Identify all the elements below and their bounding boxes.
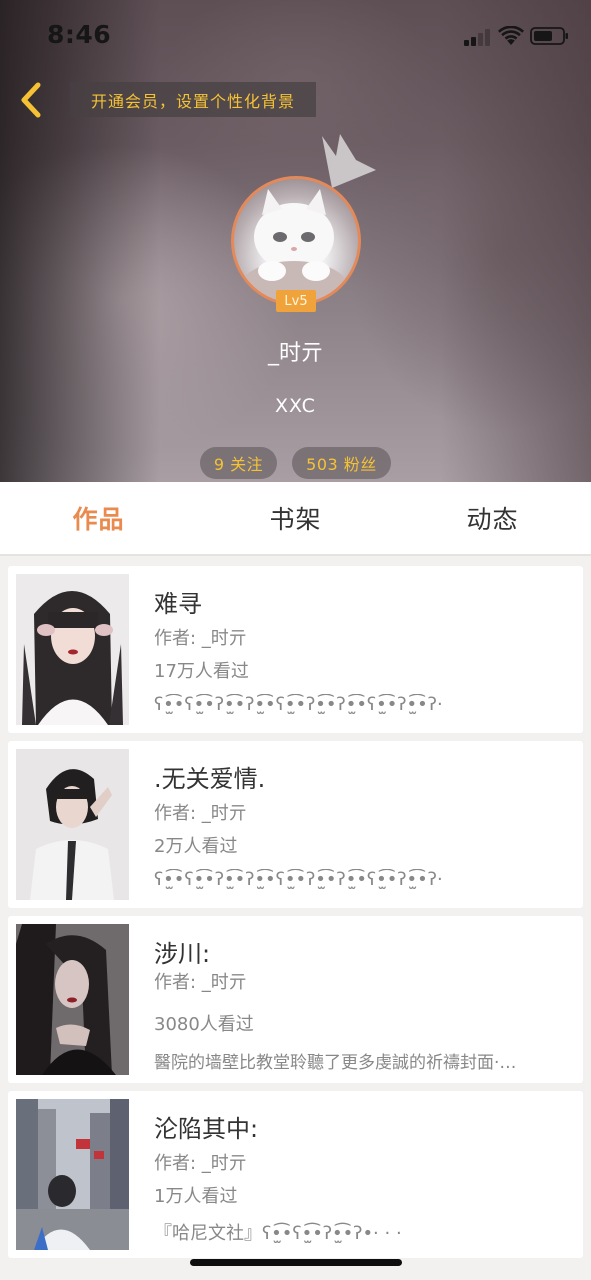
- tab-bookshelf[interactable]: 书架: [197, 482, 394, 554]
- tab-works[interactable]: 作品: [0, 482, 197, 554]
- book-author: 作者: _时亓: [154, 628, 247, 649]
- profile-stats: 9 关注 503 粉丝: [0, 447, 591, 479]
- book-card[interactable]: 难寻 作者: _时亓 17万人看过 ʕ•̫͡•ʕ•̫͡•ʔ•̫͡•ʔ•̫͡•ʕ•…: [8, 566, 583, 733]
- book-title: 难寻: [154, 590, 202, 618]
- home-indicator[interactable]: [190, 1259, 402, 1266]
- book-author: 作者: _时亓: [154, 972, 247, 993]
- book-view-count: 2万人看过: [154, 836, 238, 857]
- level-badge: Lv5: [276, 290, 316, 312]
- book-cover-image: [16, 1099, 129, 1250]
- profile-screen: 8:46 开通会员，设置个性化背景 Lv5 _时亓 XXC 9 关注 503 粉…: [0, 0, 591, 1280]
- back-button[interactable]: [14, 80, 50, 120]
- book-description: 醫院的墙壁比教堂聆聽了更多虔誠的祈禱封面·…: [154, 1053, 517, 1073]
- book-author: 作者: _时亓: [154, 1153, 247, 1174]
- book-view-count: 17万人看过: [154, 661, 249, 682]
- profile-header: 8:46 开通会员，设置个性化背景 Lv5 _时亓 XXC 9 关注 503 粉…: [0, 0, 591, 482]
- book-description: ʕ•̫͡•ʕ•̫͡•ʔ•̫͡•ʔ•̫͡•ʕ•̫͡•ʔ•̫͡•ʔ•̫͡•ʕ•̫͡•…: [154, 869, 443, 890]
- book-cover-image: [16, 749, 129, 900]
- status-time: 8:46: [47, 20, 112, 49]
- following-count-button[interactable]: 9 关注: [200, 447, 277, 479]
- user-name: _时亓: [267, 341, 323, 366]
- book-author: 作者: _时亓: [154, 803, 247, 824]
- status-bar: 8:46: [0, 0, 591, 72]
- avatar[interactable]: [231, 176, 361, 306]
- book-title: .无关爱情.: [154, 765, 266, 793]
- wifi-icon: [498, 26, 524, 45]
- works-list: 难寻 作者: _时亓 17万人看过 ʕ•̫͡•ʕ•̫͡•ʔ•̫͡•ʔ•̫͡•ʕ•…: [8, 566, 583, 1266]
- book-cover-image: [16, 924, 129, 1075]
- book-card[interactable]: 沦陷其中: 作者: _时亓 1万人看过 『哈尼文社』ʕ•̫͡•ʕ•̫͡•ʔ•̫͡…: [8, 1091, 583, 1258]
- battery-icon: [530, 27, 568, 45]
- chevron-left-icon: [21, 82, 41, 118]
- tab-activity[interactable]: 动态: [394, 482, 591, 554]
- book-title: 沦陷其中:: [154, 1115, 259, 1143]
- avatar-cat-image: [240, 189, 348, 303]
- book-view-count: 3080人看过: [154, 1014, 254, 1035]
- book-description: 『哈尼文社』ʕ•̫͡•ʕ•̫͡•ʔ•̫͡•ʔ•· · ·: [154, 1223, 402, 1244]
- book-view-count: 1万人看过: [154, 1186, 238, 1207]
- book-title: 涉川:: [154, 940, 211, 968]
- vip-background-banner[interactable]: 开通会员，设置个性化背景: [70, 82, 316, 117]
- cellular-signal-icon: [464, 28, 492, 46]
- book-cover-image: [16, 574, 129, 725]
- book-description: ʕ•̫͡•ʕ•̫͡•ʔ•̫͡•ʔ•̫͡•ʕ•̫͡•ʔ•̫͡•ʔ•̫͡•ʕ•̫͡•…: [154, 694, 443, 715]
- book-card[interactable]: 涉川: 作者: _时亓 3080人看过 醫院的墙壁比教堂聆聽了更多虔誠的祈禱封面…: [8, 916, 583, 1083]
- book-card[interactable]: .无关爱情. 作者: _时亓 2万人看过 ʕ•̫͡•ʕ•̫͡•ʔ•̫͡•ʔ•̫͡…: [8, 741, 583, 908]
- profile-tabs: 作品 书架 动态: [0, 482, 591, 556]
- user-bio: XXC: [275, 395, 316, 417]
- fans-count-button[interactable]: 503 粉丝: [292, 447, 391, 479]
